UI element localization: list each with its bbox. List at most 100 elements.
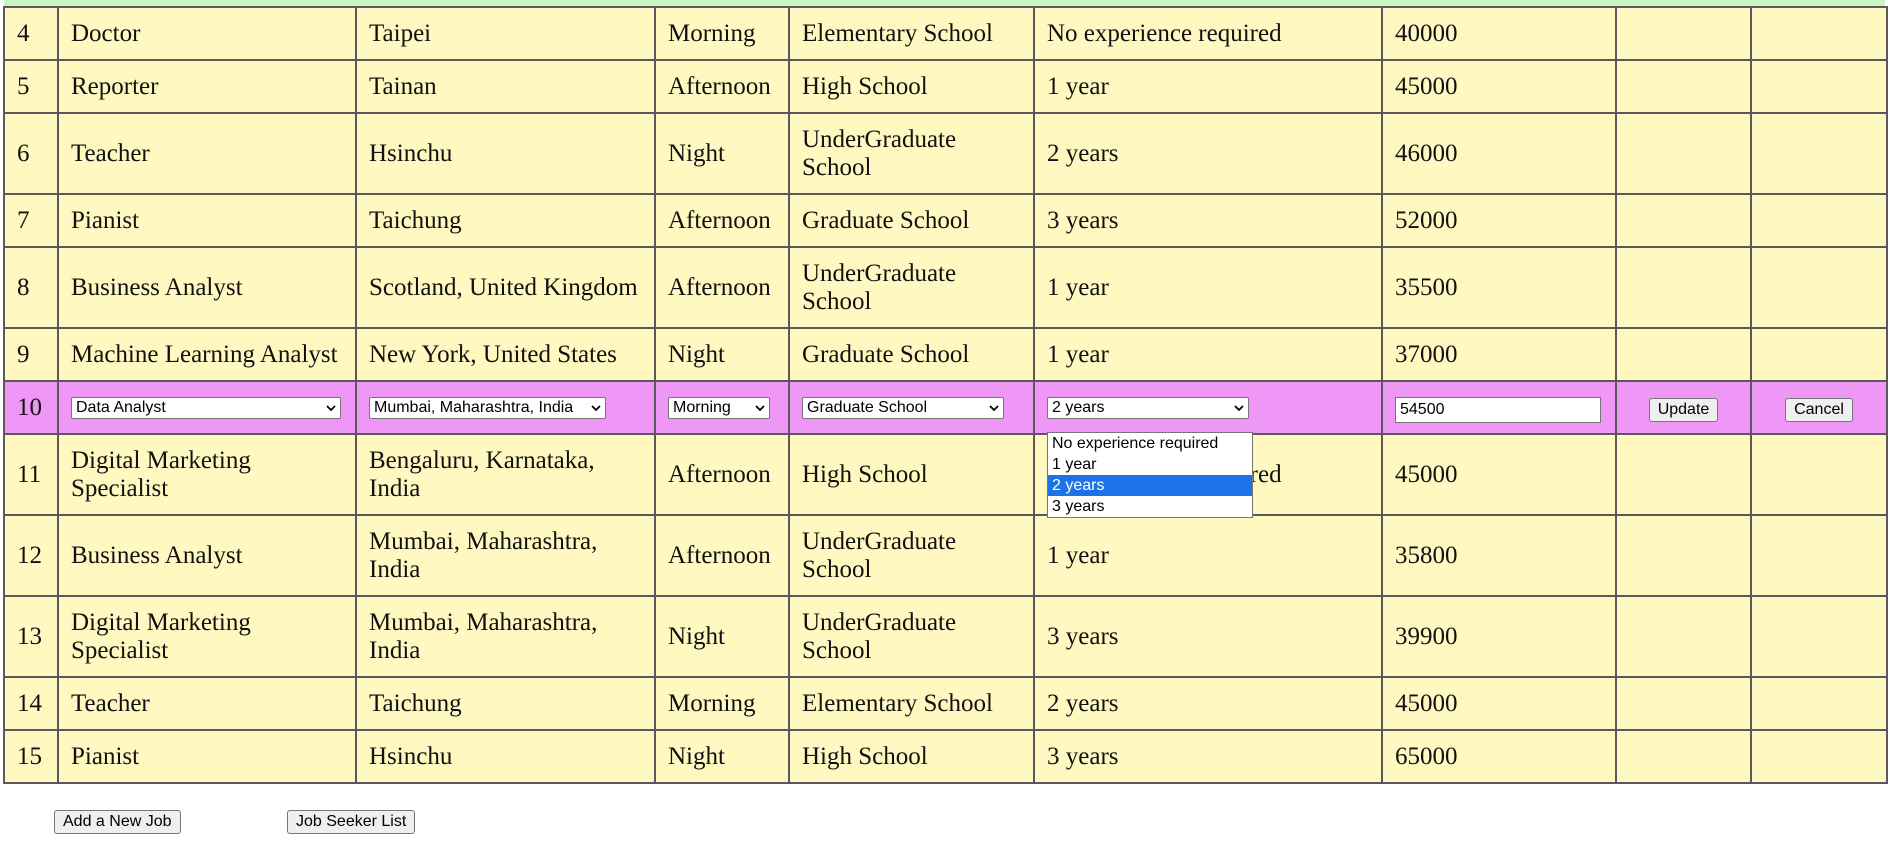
cell-title: Pianist bbox=[57, 729, 357, 784]
dropdown-option[interactable]: No experience required bbox=[1048, 433, 1252, 454]
job-seeker-list-button[interactable]: Job Seeker List bbox=[287, 810, 416, 834]
cell-education: High School bbox=[788, 433, 1035, 516]
table-row: 5 Reporter Tainan Afternoon High School 1 yea… bbox=[3, 59, 1888, 114]
cell-empty bbox=[1615, 246, 1752, 329]
cell-location: Hsinchu bbox=[355, 112, 656, 195]
location-select[interactable]: Mumbai, Maharashtra, India bbox=[369, 396, 606, 419]
cell-id: 13 bbox=[3, 595, 59, 678]
cell-shift: Afternoon bbox=[654, 514, 790, 597]
cell-empty bbox=[1750, 327, 1888, 382]
cell-salary: 45000 bbox=[1381, 59, 1617, 114]
cell-title: Teacher bbox=[57, 112, 357, 195]
cell-salary: 40000 bbox=[1381, 6, 1617, 61]
cell-shift: Morning bbox=[654, 676, 790, 731]
cell-id: 4 bbox=[3, 6, 59, 61]
cell-salary: 46000 bbox=[1381, 112, 1617, 195]
cell-empty bbox=[1615, 433, 1752, 516]
cell-empty bbox=[1750, 433, 1888, 516]
cell-salary: 45000 bbox=[1381, 676, 1617, 731]
cell-empty bbox=[1615, 327, 1752, 382]
salary-input[interactable] bbox=[1395, 396, 1601, 423]
table-row: 8 Business Analyst Scotland, United Kingdo… bbox=[3, 246, 1888, 329]
cell-empty bbox=[1615, 676, 1752, 731]
table-row: 6 Teacher Hsinchu Night UnderGraduate School… bbox=[3, 112, 1888, 195]
cell-id: 9 bbox=[3, 327, 59, 382]
cell-experience: 3 years bbox=[1033, 729, 1383, 784]
cell-location: Hsinchu bbox=[355, 729, 656, 784]
cell-empty bbox=[1750, 595, 1888, 678]
chevron-down-icon bbox=[755, 404, 765, 411]
cell-title: Reporter bbox=[57, 59, 357, 114]
cell-experience: 3 years bbox=[1033, 193, 1383, 248]
cell-experience: No experience required bbox=[1033, 6, 1383, 61]
cell-location: Taichung bbox=[355, 193, 656, 248]
dropdown-option[interactable]: 3 years bbox=[1048, 496, 1252, 517]
cell-shift: Afternoon bbox=[654, 193, 790, 248]
cell-experience: 1 year bbox=[1033, 246, 1383, 329]
cell-education: UnderGraduate School bbox=[788, 246, 1035, 329]
chevron-down-icon bbox=[989, 404, 999, 411]
cancel-button[interactable]: Cancel bbox=[1785, 398, 1853, 422]
experience-select[interactable]: 2 years bbox=[1047, 396, 1249, 419]
cell-title: Pianist bbox=[57, 193, 357, 248]
cell-title: Business Analyst bbox=[57, 246, 357, 329]
cell-title: Digital Marketing Specialist bbox=[57, 433, 357, 516]
shift-select[interactable]: Morning bbox=[668, 396, 770, 419]
cell-id: 10 bbox=[3, 380, 59, 435]
cell-shift: Morning bbox=[654, 6, 790, 61]
cell-education: High School bbox=[788, 59, 1035, 114]
cell-location: Mumbai, Maharashtra, India bbox=[355, 595, 656, 678]
cell-empty bbox=[1615, 729, 1752, 784]
dropdown-option[interactable]: 2 years bbox=[1048, 475, 1252, 496]
dropdown-option[interactable]: 1 year bbox=[1048, 454, 1252, 475]
edit-row: 10 Data Analyst Mumbai, Maharashtra, India… bbox=[3, 380, 1888, 435]
cell-location: Tainan bbox=[355, 59, 656, 114]
cell-salary: 45000 bbox=[1381, 433, 1617, 516]
cell-id: 8 bbox=[3, 246, 59, 329]
cell-empty bbox=[1750, 676, 1888, 731]
chevron-down-icon bbox=[591, 404, 601, 411]
table-row: 7 Pianist Taichung Afternoon Graduate School… bbox=[3, 193, 1888, 248]
cell-location: Taichung bbox=[355, 676, 656, 731]
cell-empty bbox=[1615, 6, 1752, 61]
table-row: 15 Pianist Hsinchu Night High School 3 years 6… bbox=[3, 729, 1888, 784]
cell-empty bbox=[1750, 112, 1888, 195]
education-select[interactable]: Graduate School bbox=[802, 396, 1004, 419]
cell-education: High School bbox=[788, 729, 1035, 784]
cell-id: 14 bbox=[3, 676, 59, 731]
cell-id: 11 bbox=[3, 433, 59, 516]
add-new-job-button[interactable]: Add a New Job bbox=[54, 810, 181, 834]
cell-shift: Night bbox=[654, 327, 790, 382]
cell-title: Doctor bbox=[57, 6, 357, 61]
table-row: 12 Business Analyst Mumbai, Maharashtra, I… bbox=[3, 514, 1888, 597]
cell-empty bbox=[1750, 193, 1888, 248]
cell-shift: Night bbox=[654, 595, 790, 678]
cell-id: 6 bbox=[3, 112, 59, 195]
cell-id: 5 bbox=[3, 59, 59, 114]
cell-empty bbox=[1750, 246, 1888, 329]
update-button[interactable]: Update bbox=[1648, 398, 1719, 422]
cell-shift: Night bbox=[654, 112, 790, 195]
cell-education: Graduate School bbox=[788, 327, 1035, 382]
cell-experience: 3 years bbox=[1033, 595, 1383, 678]
cell-location: Scotland, United Kingdom bbox=[355, 246, 656, 329]
cell-empty bbox=[1615, 59, 1752, 114]
cell-empty bbox=[1615, 514, 1752, 597]
job-title-select[interactable]: Data Analyst bbox=[71, 396, 341, 419]
cell-title: Digital Marketing Specialist bbox=[57, 595, 357, 678]
cell-salary: 52000 bbox=[1381, 193, 1617, 248]
cell-salary: 39900 bbox=[1381, 595, 1617, 678]
chevron-down-icon bbox=[326, 404, 336, 411]
cell-education: UnderGraduate School bbox=[788, 112, 1035, 195]
cell-id: 15 bbox=[3, 729, 59, 784]
cell-shift: Afternoon bbox=[654, 246, 790, 329]
experience-dropdown-list[interactable]: No experience required 1 year 2 years 3 yea… bbox=[1047, 432, 1253, 518]
chevron-down-icon bbox=[1234, 404, 1244, 411]
cell-title: Business Analyst bbox=[57, 514, 357, 597]
cell-experience: 1 year bbox=[1033, 514, 1383, 597]
jobs-table: 4 Doctor Taipei Morning Elementary School No … bbox=[3, 6, 1888, 784]
cell-location: Mumbai, Maharashtra, India bbox=[355, 514, 656, 597]
cell-education: Elementary School bbox=[788, 6, 1035, 61]
cell-salary: 35500 bbox=[1381, 246, 1617, 329]
cell-shift: Afternoon bbox=[654, 59, 790, 114]
